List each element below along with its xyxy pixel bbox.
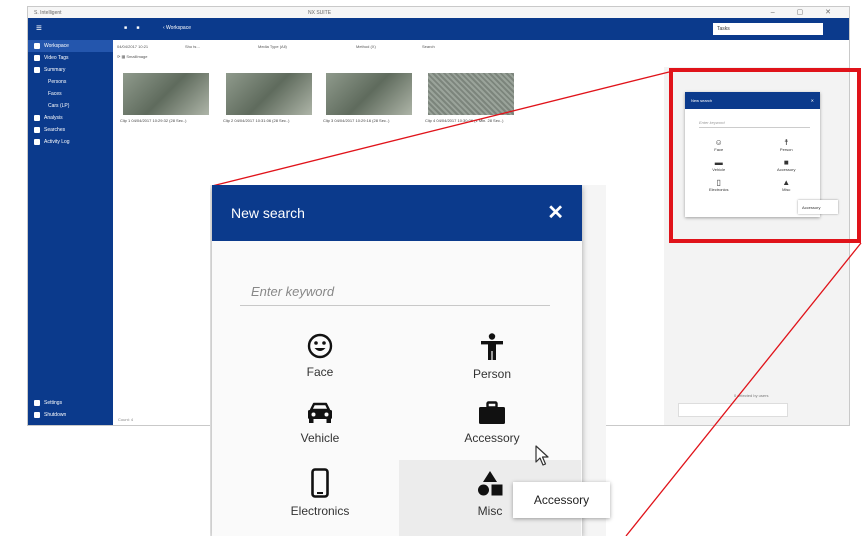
video-thumbnail[interactable]	[326, 73, 412, 115]
keyword-input[interactable]	[240, 278, 550, 306]
video-thumbnail[interactable]	[123, 73, 209, 115]
analysis-icon	[34, 115, 40, 121]
sidebar-item-searches[interactable]: Searches	[28, 124, 113, 136]
person-label: Person	[472, 367, 512, 381]
misc-icon	[478, 471, 503, 496]
video-thumbnail[interactable]	[428, 73, 514, 115]
activity-icon	[34, 139, 40, 145]
sidebar-item-label: Summary	[44, 67, 66, 73]
vehicle-label: Vehicle	[300, 431, 340, 445]
workspace-icon	[34, 43, 40, 49]
sidebar-item-label: Activity Log	[44, 139, 70, 145]
sidebar-item-label: Shutdown	[44, 412, 67, 418]
sidebar-item-label: Faces	[48, 91, 62, 97]
sidebar-item-faces[interactable]: Faces	[28, 88, 113, 100]
face-icon	[307, 333, 333, 359]
person-icon	[481, 333, 503, 360]
thumbnail-caption: Clip 3 04/04/2017 10:29:16 (28 Sec..)	[323, 118, 390, 123]
sidebar-item-label: Analysis	[44, 115, 63, 121]
vehicle-icon	[308, 402, 332, 423]
close-icon[interactable]: ✕	[547, 203, 564, 223]
top-bar: ≡ ■ ■ ‹ Workspace Tasks	[28, 18, 849, 40]
sidebar-item-activity-log[interactable]: Activity Log	[28, 136, 113, 148]
app-name: S. Intelligent	[34, 10, 62, 16]
gear-icon	[34, 400, 40, 406]
sidebar-item-summary[interactable]: Summary	[28, 64, 113, 76]
electronics-option[interactable]: Electronics	[260, 468, 380, 518]
highlight-box	[669, 68, 861, 243]
dialog-header: New search ✕	[212, 185, 582, 241]
date-filter[interactable]: 04/04/2017 10:21	[117, 44, 148, 49]
thumbnail-caption: Clip 1 04/04/2017 10:29:32 (28 Sec..)	[120, 118, 187, 123]
cursor-icon	[535, 445, 549, 466]
sidebar-item-label: Cars (LP)	[48, 103, 70, 109]
power-icon	[34, 412, 40, 418]
sidebar-item-label: Settings	[44, 400, 63, 406]
search-filter[interactable]: Search	[422, 44, 435, 49]
view-mode-label: SmallImage	[126, 54, 148, 59]
electronics-icon	[311, 468, 329, 498]
method-filter[interactable]: Method (X)	[356, 44, 376, 49]
sidebar-item-label: Video Tags	[44, 55, 69, 61]
sidebar-item-label: Workspace	[44, 43, 69, 49]
title-bar: S. Intelligent NX SUITE – ▢ ✕	[28, 7, 849, 18]
sidebar-item-analysis[interactable]: Analysis	[28, 112, 113, 124]
breadcrumb[interactable]: ‹ Workspace	[163, 25, 191, 31]
menu-icon[interactable]: ≡	[36, 23, 42, 34]
nav-buttons[interactable]: ■ ■	[124, 25, 143, 31]
sidebar-item-shutdown[interactable]: Shutdown	[28, 409, 113, 421]
date-filter-2[interactable]: Sho ts…	[185, 44, 200, 49]
filter-toolbar: 04/04/2017 10:21 Sho ts… Media Type (All…	[113, 40, 849, 64]
selection-status: 0 selected by users	[734, 393, 769, 398]
sidebar-item-workspace[interactable]: Workspace	[28, 40, 113, 52]
person-option[interactable]: Person	[432, 333, 552, 381]
sidebar-item-video-tags[interactable]: Video Tags	[28, 52, 113, 64]
accessory-icon	[479, 401, 505, 424]
video-thumbnail[interactable]	[226, 73, 312, 115]
sidebar-item-cars[interactable]: Cars (LP)	[28, 100, 113, 112]
thumbnail-caption: Clip 2 04/04/2017 10:31:06 (28 Sec..)	[223, 118, 290, 123]
item-count: Count: 4	[118, 417, 134, 422]
sidebar-item-settings[interactable]: Settings	[28, 397, 113, 409]
accessory-option[interactable]: Accessory	[432, 401, 552, 445]
sidebar-item-label: Persons	[48, 79, 67, 85]
face-label: Face	[306, 365, 334, 379]
sidebar: Workspace Video Tags Summary Persons Fac…	[28, 40, 113, 425]
accessory-label: Accessory	[464, 431, 520, 445]
sidebar-item-persons[interactable]: Persons	[28, 76, 113, 88]
dialog-title: New search	[231, 205, 305, 221]
tasks-select[interactable]: Tasks	[713, 23, 823, 35]
sidebar-item-label: Searches	[44, 127, 66, 133]
vehicle-option[interactable]: Vehicle	[260, 401, 380, 445]
accessory-tooltip: Accessory	[513, 482, 610, 518]
tag-icon	[34, 55, 40, 61]
face-option[interactable]: Face	[260, 333, 380, 379]
window-controls[interactable]: – ▢ ✕	[771, 8, 841, 16]
thumbnail-caption: Clip 4 04/04/2017 10:30:06 (1 Min. 28 Se…	[425, 118, 504, 123]
summary-icon	[34, 67, 40, 73]
panel-input[interactable]	[678, 403, 788, 417]
media-type-filter[interactable]: Media Type (All)	[258, 44, 287, 49]
window-title: NX SUITE	[308, 10, 332, 16]
view-mode-select[interactable]: ⟳ ▦ SmallImage	[117, 54, 147, 59]
search-icon	[34, 127, 40, 133]
electronics-label: Electronics	[290, 504, 350, 518]
